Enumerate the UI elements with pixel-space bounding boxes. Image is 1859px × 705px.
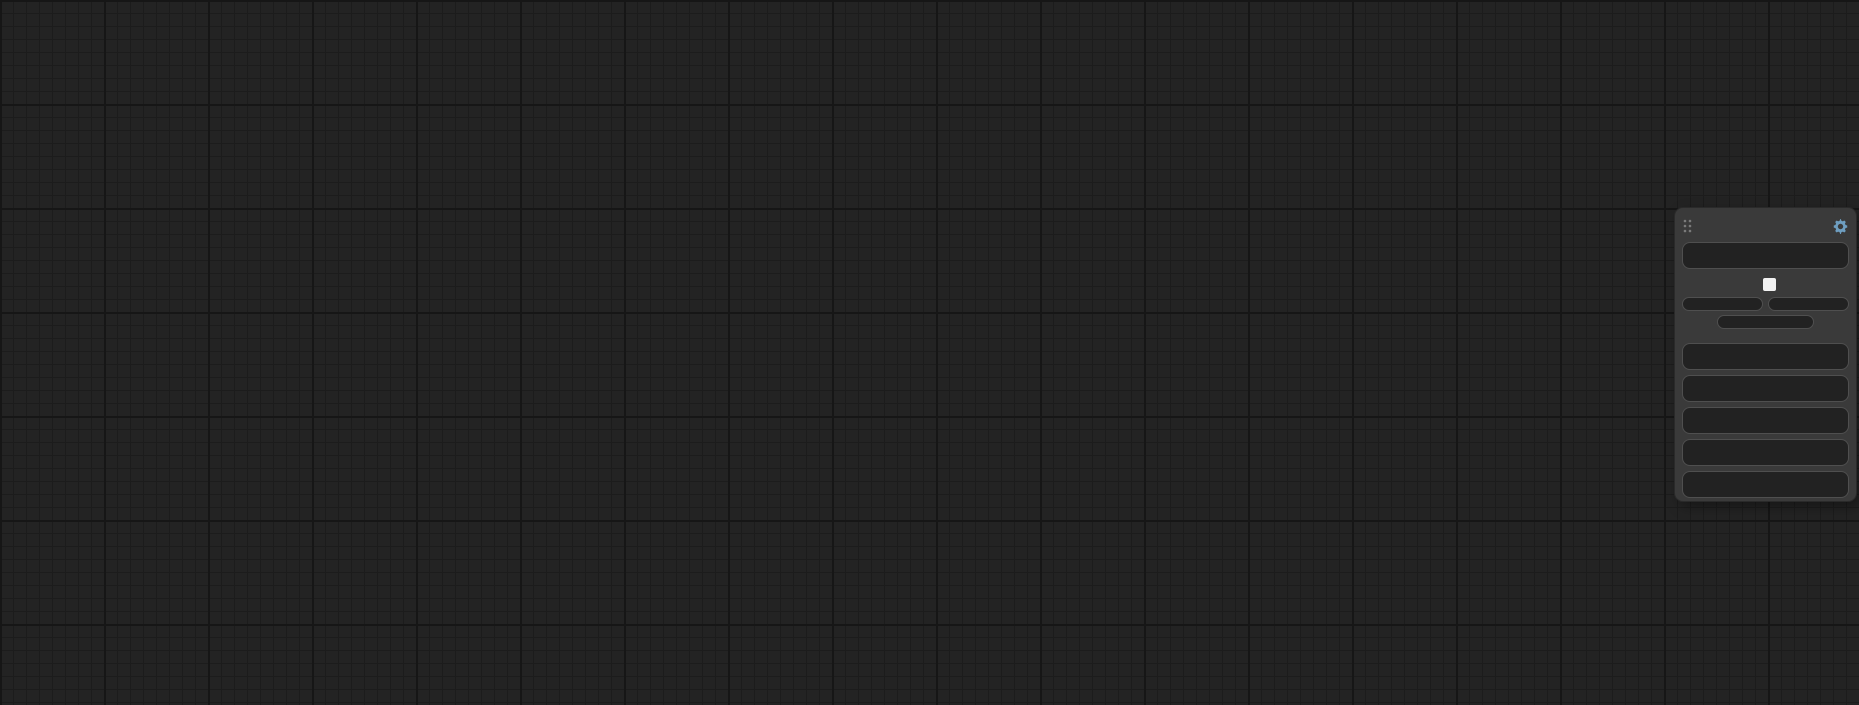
clear-button[interactable] [1682,439,1849,466]
refresh-button[interactable] [1682,407,1849,434]
extra-options-checkbox[interactable] [1763,278,1776,291]
settings-gear-icon[interactable] [1832,218,1849,235]
drag-handle-icon[interactable] [1682,218,1693,234]
load-default-button[interactable] [1682,471,1849,498]
queue-front-button[interactable] [1682,297,1763,311]
queue-panel-header [1682,215,1849,237]
view-history-button[interactable] [1717,315,1814,329]
view-queue-button[interactable] [1768,297,1849,311]
queue-prompt-button[interactable] [1682,242,1849,269]
load-button[interactable] [1682,375,1849,402]
queue-menu-panel [1675,208,1856,501]
link-wires-layer [0,0,1859,705]
graph-canvas[interactable] [0,0,1859,705]
save-button[interactable] [1682,343,1849,370]
